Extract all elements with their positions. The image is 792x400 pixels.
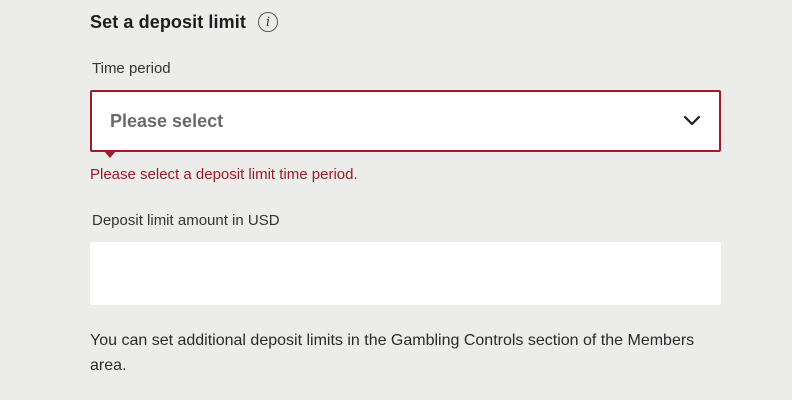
page-title: Set a deposit limit bbox=[90, 11, 246, 32]
heading-row: Set a deposit limit i bbox=[90, 10, 278, 34]
chevron-down-icon bbox=[683, 115, 701, 126]
time-period-selected-value: Please select bbox=[110, 111, 224, 131]
time-period-error-message: Please select a deposit limit time perio… bbox=[90, 166, 358, 183]
info-icon[interactable]: i bbox=[257, 12, 278, 32]
additional-limits-note: You can set additional deposit limits in… bbox=[90, 332, 695, 374]
time-period-select[interactable]: Please select bbox=[90, 90, 721, 158]
deposit-amount-label: Deposit limit amount in USD bbox=[92, 212, 280, 229]
deposit-amount-input[interactable] bbox=[90, 242, 721, 305]
time-period-label: Time period bbox=[92, 60, 171, 77]
error-pointer bbox=[104, 151, 116, 158]
